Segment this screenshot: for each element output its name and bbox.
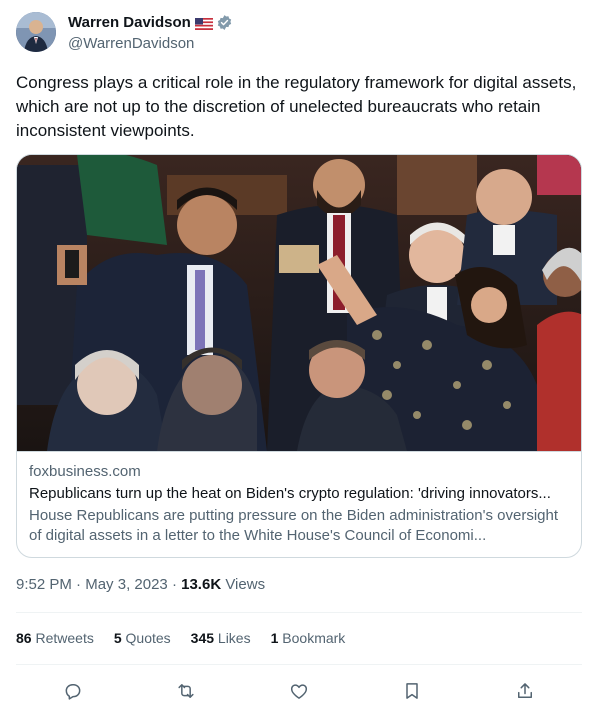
bookmarks-label: Bookmark	[282, 630, 346, 646]
views-count: 13.6K	[181, 576, 222, 593]
engagement-stats: 86 Retweets 5 Quotes 345 Likes 1 Bookmar…	[16, 630, 365, 646]
like-button[interactable]	[282, 678, 316, 704]
card-description: House Republicans are putting pressure o…	[29, 507, 558, 544]
bookmark-button[interactable]	[395, 678, 429, 704]
retweets-stat[interactable]: 86 Retweets	[16, 630, 94, 646]
card-body: foxbusiness.com Republicans turn up the …	[17, 451, 581, 546]
retweet-icon	[178, 684, 194, 698]
card-domain: foxbusiness.com	[29, 463, 141, 480]
meta-separator: ·	[71, 576, 86, 593]
us-flag-icon	[194, 17, 213, 30]
retweet-button[interactable]	[169, 678, 203, 704]
reply-icon	[65, 684, 81, 700]
share-button[interactable]	[508, 678, 542, 704]
likes-stat[interactable]: 345 Likes	[191, 630, 251, 646]
retweets-count: 86	[16, 630, 32, 646]
retweets-label: Retweets	[35, 630, 94, 646]
tweet-date[interactable]: May 3, 2023	[85, 576, 168, 593]
bookmark-icon	[406, 683, 418, 699]
bookmarks-count: 1	[270, 630, 279, 646]
views-label: Views	[225, 576, 266, 593]
reply-button[interactable]	[56, 678, 90, 704]
tweet-meta: 9:52 PM · May 3, 2023 · 13.6K Views	[16, 576, 265, 593]
quotes-stat[interactable]: 5 Quotes	[114, 630, 171, 646]
bookmarks-stat[interactable]: 1 Bookmark	[271, 630, 346, 646]
quotes-label: Quotes	[125, 630, 171, 646]
divider	[16, 664, 582, 665]
verified-badge-icon[interactable]	[216, 14, 233, 31]
share-icon	[518, 683, 533, 698]
quotes-count: 5	[113, 630, 122, 646]
like-icon	[290, 684, 308, 699]
author-names: Warren Davidson @WarrenDavidson	[68, 13, 233, 52]
link-card[interactable]: foxbusiness.com Republicans turn up the …	[16, 154, 582, 558]
tweet-time[interactable]: 9:52 PM	[16, 576, 72, 593]
name-row: Warren Davidson	[68, 13, 233, 32]
card-title[interactable]: Republicans turn up the heat on Biden's …	[29, 484, 569, 504]
tweet-header: Warren Davidson @WarrenDavidson	[16, 12, 233, 52]
display-name[interactable]: Warren Davidson	[68, 14, 191, 31]
likes-label: Likes	[217, 630, 251, 646]
meta-separator: ·	[167, 576, 182, 593]
author-handle[interactable]: @WarrenDavidson	[68, 35, 233, 52]
likes-count: 345	[190, 630, 215, 646]
divider	[16, 612, 582, 613]
tweet-text: Congress plays a critical role in the re…	[16, 73, 577, 140]
action-bar	[16, 678, 582, 704]
tweet: Warren Davidson @WarrenDavidson Congress…	[0, 0, 598, 714]
avatar[interactable]	[16, 12, 56, 52]
card-image	[17, 155, 581, 451]
